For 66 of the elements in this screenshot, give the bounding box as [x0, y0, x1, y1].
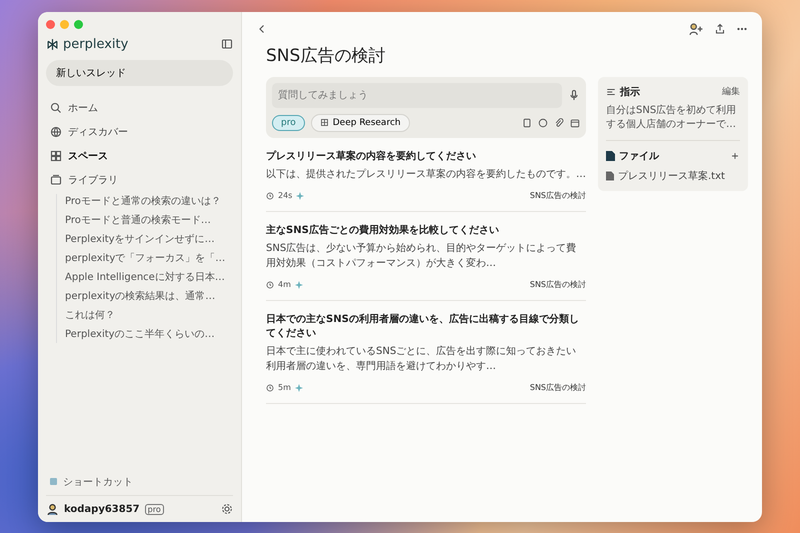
username: kodapy63857 — [64, 504, 140, 514]
globe-icon — [50, 126, 62, 138]
document-icon — [522, 118, 532, 128]
recent-thread-item[interactable]: Perplexityのここ半年くらいの… — [65, 326, 215, 342]
clock-icon — [266, 192, 274, 200]
settings-icon — [221, 503, 233, 515]
recent-thread-item[interactable]: perplexityで「フォーカス」を「… — [65, 250, 226, 266]
shortcut-item[interactable]: ショートカット — [46, 468, 233, 494]
paperclip-icon — [554, 118, 564, 128]
microphone-icon — [568, 89, 580, 101]
books-icon — [50, 174, 62, 186]
file-item[interactable]: プレスリリース草案.txt — [606, 168, 725, 182]
avatar-icon — [46, 502, 59, 516]
close-button[interactable] — [46, 20, 55, 28]
deep-research-button[interactable]: Deep Research — [310, 114, 410, 132]
recent-thread-item[interactable]: Apple Intelligenceに対する日本… — [65, 270, 225, 286]
sparkle-icon — [294, 384, 303, 392]
thread-title[interactable]: 主なSNS広告ごとの費用対効果を比較してください — [266, 224, 586, 238]
recent-thread-item[interactable]: これは何？ — [65, 308, 115, 324]
nav-item[interactable]: ホーム — [46, 96, 233, 120]
share-button[interactable] — [714, 22, 726, 34]
search-icon — [50, 102, 62, 114]
add-member-button[interactable] — [688, 22, 704, 36]
grid-icon — [320, 118, 329, 127]
recent-thread-item[interactable]: Proモードと通常の検索の違いは？ — [65, 194, 221, 210]
clock-icon — [266, 384, 274, 392]
calendar-icon — [570, 118, 580, 128]
sparkle-icon — [294, 280, 303, 288]
recent-thread-item[interactable]: perplexityの検索結果は、通常… — [65, 288, 216, 304]
space-title: SNS広告の検討 — [266, 44, 386, 66]
thread-snippet: SNS広告は、少ない予算から始められ、目的やターゲットによって費用対効果（コストパフォーマンス）が大きく変わ… — [266, 242, 578, 270]
logo-icon — [46, 38, 59, 50]
new-thread-button[interactable]: 新しいスレッド — [46, 60, 233, 86]
thread-space-label: SNS広告の検討 — [530, 190, 586, 201]
globe-icon — [538, 118, 548, 128]
files-heading: ファイル — [619, 150, 659, 162]
person-plus-icon — [688, 22, 704, 36]
nav-item[interactable]: ディスカバー — [46, 120, 233, 144]
list-icon — [606, 86, 616, 96]
thread-snippet: 以下は、提供されたプレスリリース草案の内容を要約したものです。… — [266, 168, 586, 182]
thread-snippet: 日本で主に使われているSNSごとに、広告を出す際に知っておきたい利用者層の違いを、専門用語を避けてわかりやす… — [266, 345, 578, 374]
thread-title[interactable]: プレスリリース草案の内容を要約してください — [266, 150, 586, 164]
pro-toggle[interactable]: pro — [272, 114, 305, 130]
thread-time: 4m — [278, 280, 291, 289]
question-input-field[interactable]: 質問してみましょう — [272, 82, 562, 108]
add-file-button[interactable] — [730, 150, 740, 160]
sidebar-toggle-icon — [221, 38, 233, 50]
thread-space-label: SNS広告の検討 — [530, 279, 586, 290]
thread-space-label: SNS広告の検討 — [530, 382, 586, 393]
share-icon — [714, 22, 726, 34]
recent-thread-item[interactable]: Proモードと普通の検索モード… — [65, 212, 211, 228]
grid-icon — [50, 150, 62, 162]
thread-time: 24s — [278, 191, 292, 200]
instructions-text: 自分はSNS広告を初めて利用する個人店舗のオーナーで… — [606, 104, 738, 132]
clock-icon — [266, 280, 274, 288]
sparkle-icon — [296, 192, 304, 200]
instructions-heading: 指示 — [620, 86, 640, 98]
pro-badge: pro — [144, 504, 164, 514]
brand-name: perplexity — [63, 36, 128, 52]
recent-thread-item[interactable]: Perplexityをサインインせずに… — [65, 232, 215, 248]
nav-item[interactable]: ライブラリ — [46, 168, 233, 192]
thread-title[interactable]: 日本での主なSNSの利用者層の違いを、広告に出稿する目線で分類してください — [266, 313, 586, 341]
nav-item[interactable]: スペース — [46, 144, 233, 168]
edit-button[interactable]: 編集 — [722, 85, 740, 98]
thread-time: 5m — [278, 383, 291, 392]
plus-icon — [730, 150, 740, 160]
